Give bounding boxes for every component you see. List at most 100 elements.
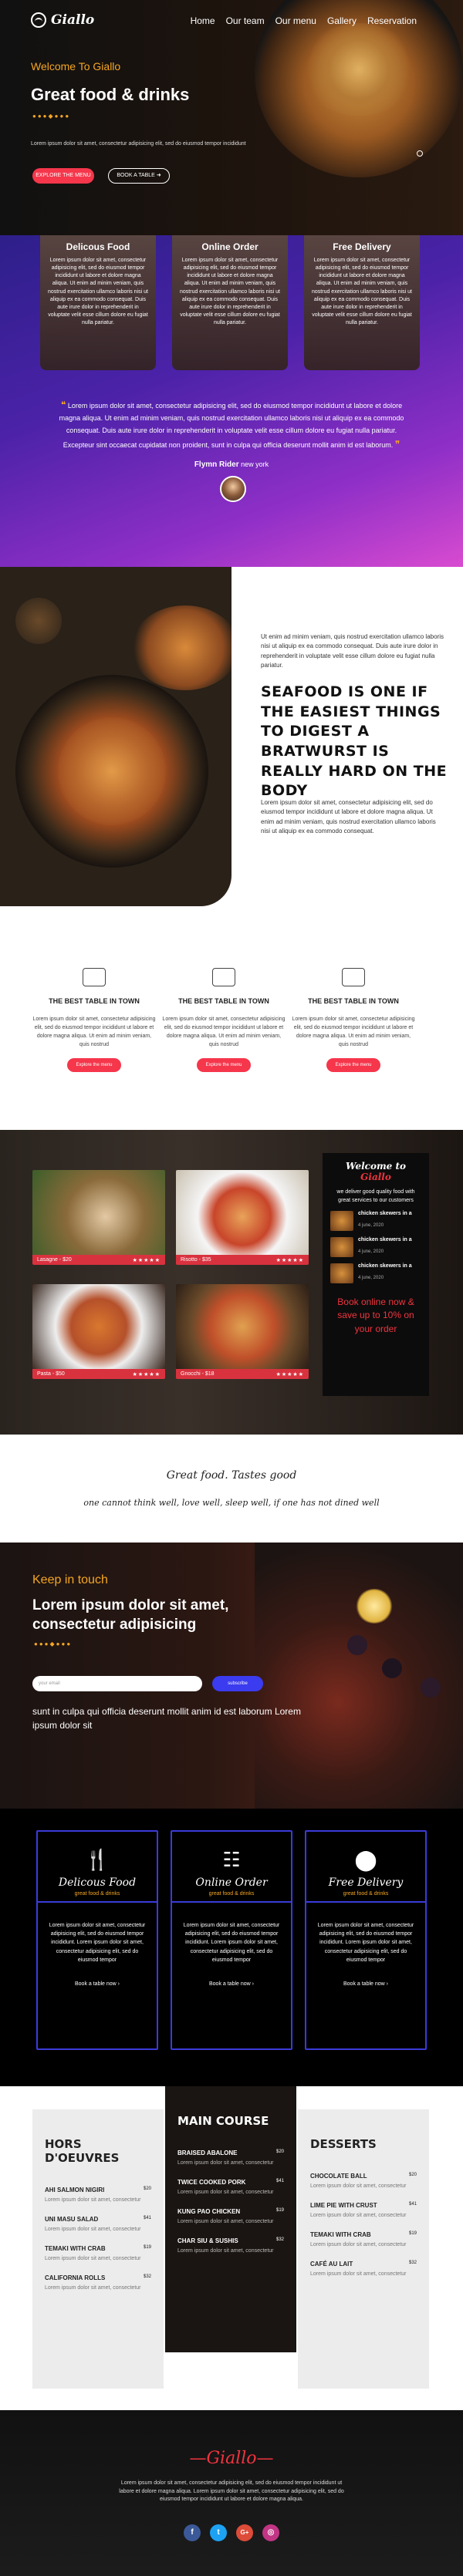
dish-card[interactable]: Lasagne - $20 ★★★★★: [32, 1170, 165, 1265]
service-title: Free Delivery: [328, 1876, 404, 1889]
service-sub: great food & drinks: [74, 1891, 120, 1897]
hero-subtitle: Lorem ipsum dolor sit amet, consectetur …: [31, 141, 246, 147]
dish-name: Gnocchi - $18: [181, 1371, 215, 1377]
footer: —Giallo— Lorem ipsum dolor sit amet, con…: [0, 2410, 463, 2576]
best-title: THE BEST TABLE IN TOWN: [49, 997, 140, 1005]
best-title: THE BEST TABLE IN TOWN: [308, 997, 399, 1005]
sidebar-title-prefix: Welcome to: [345, 1161, 407, 1172]
nav-reservation[interactable]: Reservation: [367, 15, 417, 26]
footer-logo-text: Giallo: [206, 2449, 257, 2468]
menu-item-desc: Lorem ipsum dolor sit amet, consectetur: [177, 2160, 274, 2166]
dish-card[interactable]: Pasta - $50 ★★★★★: [32, 1284, 165, 1379]
nav-home[interactable]: Home: [191, 15, 215, 26]
menu-list-icon: ☷: [222, 1848, 241, 1871]
service-title: Delicous Food: [58, 1876, 137, 1889]
facebook-icon[interactable]: f: [184, 2524, 201, 2541]
logo-text: Giallo: [51, 12, 95, 28]
menu-section: HORS D'OEUVRES AHI SALMON NIGIRI $20 Lorem…: [0, 2086, 463, 2410]
menu-item-price: $20: [408, 2173, 417, 2177]
olive-image: [421, 1677, 441, 1698]
menu-item-price: $32: [143, 2274, 151, 2280]
book-table-button[interactable]: Book a table now ›: [172, 1981, 291, 1987]
dots-divider-icon: ●●●◆●●●: [34, 1640, 73, 1647]
explore-menu-button[interactable]: EXPLORE THE MENU: [32, 168, 94, 184]
dish-card[interactable]: Risotto - $35 ★★★★★: [176, 1170, 309, 1265]
menu-column-title: MAIN COURSE: [177, 2114, 269, 2128]
service-title: Online Order: [195, 1876, 268, 1889]
menu-item-price: $41: [143, 2216, 151, 2221]
chef-hat-icon: [31, 12, 46, 28]
testimonial-quote: ❝ Lorem ipsum dolor sit amet, consectetu…: [54, 397, 409, 452]
menu-item-price: $41: [275, 2179, 284, 2184]
subscribe-button[interactable]: subscribe: [212, 1676, 263, 1691]
book-table-button[interactable]: Book a table now ›: [306, 1981, 425, 1987]
menu-item-name: CAFÉ AU LAIT: [310, 2261, 353, 2268]
quote-open-icon: ❝: [60, 400, 66, 410]
author-name: Flymn Rider: [194, 460, 239, 469]
logo[interactable]: Giallo: [31, 12, 94, 28]
best-title: THE BEST TABLE IN TOWN: [178, 997, 269, 1005]
sidebar-desc: we deliver good quality food with great …: [336, 1189, 415, 1203]
twitter-icon[interactable]: t: [210, 2524, 227, 2541]
menu-item-name: BRAISED ABALONE: [177, 2149, 238, 2156]
sidebar-post[interactable]: chicken skewers in a 4 june, 2020: [330, 1263, 421, 1283]
menu-item-name: AHI SALMON NIGIRI: [45, 2187, 105, 2193]
feature-text: Lorem ipsum dolor sit amet, consectetur …: [180, 258, 280, 326]
menu-item: TWICE COOKED PORK $41 Lorem ipsum dolor si…: [177, 2179, 284, 2197]
explore-menu-button[interactable]: Explore the menu: [197, 1058, 251, 1073]
service-sub: great food & drinks: [343, 1891, 389, 1897]
book-table-button[interactable]: BOOK A TABLE ➜: [108, 168, 170, 184]
feature-title: Delicous Food: [66, 241, 130, 252]
about-intro: Ut enim ad minim veniam, quis nostrud ex…: [261, 633, 444, 669]
footer-text: Lorem ipsum dolor sit amet, consectetur …: [119, 2480, 344, 2502]
menu-item: KUNG PAO CHICKEN $19 Lorem ipsum dolor sit…: [177, 2208, 284, 2226]
explore-menu-button[interactable]: Explore the menu: [326, 1058, 380, 1073]
instagram-icon[interactable]: ◎: [262, 2524, 279, 2541]
googleplus-icon[interactable]: G+: [236, 2524, 253, 2541]
menu-item-name: TEMAKI WITH CRAB: [45, 2245, 106, 2253]
sidebar-post[interactable]: chicken skewers in a 4 june, 2020: [330, 1211, 421, 1231]
sidebar-title: Welcome to Giallo: [330, 1161, 421, 1182]
menu-item-name: CHAR SIU & SUSHIS: [177, 2237, 238, 2245]
post-date: 4 june, 2020: [358, 1223, 384, 1228]
post-thumbnail: [330, 1237, 353, 1257]
star-rating-icon: ★★★★★: [132, 1371, 161, 1377]
sidebar-post[interactable]: chicken skewers in a 4 june, 2020: [330, 1237, 421, 1257]
welcome-sidebar: Welcome to Giallo we deliver good qualit…: [323, 1153, 429, 1396]
email-field[interactable]: your email: [32, 1676, 202, 1691]
menu-item: UNI MASU SALAD $41 Lorem ipsum dolor sit a…: [45, 2216, 151, 2234]
star-rating-icon: ★★★★★: [132, 1257, 161, 1263]
post-title: chicken skewers in a: [358, 1263, 412, 1269]
best-text: Lorem ipsum dolor sit amet, consectetur …: [32, 1017, 156, 1047]
promo-text[interactable]: Book online now & save up to 10% on your…: [330, 1296, 421, 1336]
slider-dot-icon[interactable]: [417, 150, 423, 157]
menu-item: BRAISED ABALONE $20 Lorem ipsum dolor sit …: [177, 2149, 284, 2167]
dish-card[interactable]: Gnocchi - $18 ★★★★★: [176, 1284, 309, 1379]
cheese-image: [355, 1589, 394, 1623]
dish-image: [32, 1284, 165, 1369]
dish-bar: Risotto - $35 ★★★★★: [176, 1255, 309, 1265]
dish-bar: Pasta - $50 ★★★★★: [32, 1369, 165, 1379]
bowl-image: [131, 605, 231, 690]
feature-text: Lorem ipsum dolor sit amet, consectetur …: [48, 258, 148, 326]
best-text: Lorem ipsum dolor sit amet, consectetur …: [292, 1017, 415, 1047]
menu-item-price: $19: [275, 2208, 284, 2214]
nav-our-menu[interactable]: Our menu: [275, 15, 316, 26]
explore-menu-button[interactable]: Explore the menu: [67, 1058, 121, 1073]
olives-image: [255, 1543, 463, 1809]
table-icon: [212, 968, 235, 986]
menu-item-desc: Lorem ipsum dolor sit amet, consectetur: [45, 2197, 141, 2203]
book-table-label: Book a table now: [75, 1981, 117, 1987]
menu-item: AHI SALMON NIGIRI $20 Lorem ipsum dolor si…: [45, 2187, 151, 2204]
dish-bar: Gnocchi - $18 ★★★★★: [176, 1369, 309, 1379]
arrow-right-icon: ➜: [156, 173, 161, 178]
fork-knife-icon: 🍴: [84, 1848, 110, 1871]
dish-name: Pasta - $50: [37, 1371, 65, 1377]
footer-logo[interactable]: —Giallo—: [0, 2449, 463, 2468]
nav-gallery[interactable]: Gallery: [327, 15, 357, 26]
nav-our-team[interactable]: Our team: [226, 15, 265, 26]
testimonial-author: Flymn Rider new york: [0, 460, 463, 469]
olive-image: [382, 1658, 402, 1678]
service-text: Lorem ipsum dolor sit amet, consectetur …: [49, 1923, 146, 1963]
book-table-button[interactable]: Book a table now ›: [38, 1981, 157, 1987]
